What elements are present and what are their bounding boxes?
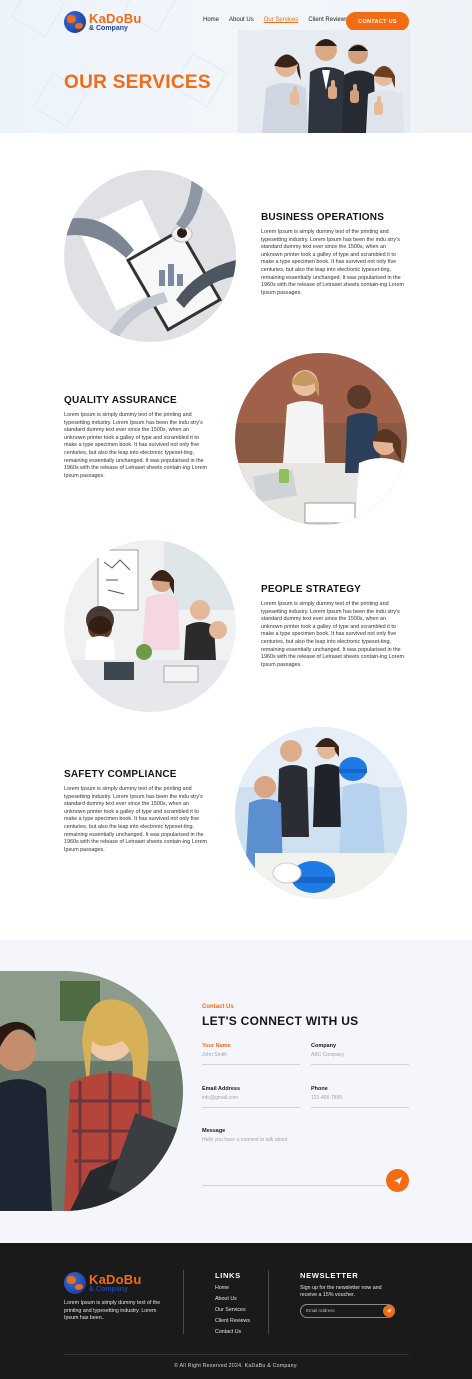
quality-assurance-title: QUALITY ASSURANCE xyxy=(64,395,177,406)
message-label: Message xyxy=(202,1128,226,1134)
send-icon xyxy=(386,1308,392,1314)
safety-compliance-title: SAFETY COMPLIANCE xyxy=(64,769,177,780)
links-heading: LINKS xyxy=(215,1271,241,1280)
contact-eyebrow: Contact Us xyxy=(202,1004,234,1010)
name-label: Your Name xyxy=(202,1043,231,1049)
footer-link-home[interactable]: Home xyxy=(215,1285,250,1296)
quality-assurance-body: Lorem Ipsum is simply dummy text of the … xyxy=(64,412,207,479)
name-field[interactable]: Your Name John Smith xyxy=(202,1043,300,1065)
people-strategy-section: PEOPLE STRATEGY Lorem Ipsum is simply du… xyxy=(261,584,409,669)
quality-assurance-image xyxy=(235,353,407,525)
email-field[interactable]: Email Address info@gmail.com xyxy=(202,1086,300,1108)
message-underline xyxy=(202,1185,386,1186)
footer-description: Lorem Ipsum is simply dummy text of the … xyxy=(64,1300,161,1322)
footer-divider xyxy=(268,1270,269,1334)
company-field[interactable]: Company ABC Company xyxy=(311,1043,409,1065)
business-operations-section: BUSINESS OPERATIONS Lorem Ipsum is simpl… xyxy=(261,212,409,297)
newsletter-heading: NEWSLETTER xyxy=(300,1271,359,1280)
footer-rule xyxy=(64,1354,409,1355)
business-operations-title: BUSINESS OPERATIONS xyxy=(261,212,385,223)
nav-home[interactable]: Home xyxy=(203,17,219,23)
safety-compliance-body: Lorem Ipsum is simply dummy text of the … xyxy=(64,786,207,853)
footer-brand-name: KaDoBu xyxy=(89,1272,142,1287)
message-input[interactable]: Hello you have a moment to talk about xyxy=(202,1137,386,1143)
footer-logo[interactable]: KaDoBu & Company xyxy=(64,1272,141,1294)
footer-link-services[interactable]: Our Services xyxy=(215,1307,250,1318)
brand-name: KaDoBu xyxy=(89,11,142,26)
people-strategy-image xyxy=(64,540,236,712)
nav-services[interactable]: Our Services xyxy=(264,17,299,23)
contact-title: LET'S CONNECT WITH US xyxy=(202,1014,359,1028)
footer-brand-sub: & Company xyxy=(89,1286,128,1293)
globe-icon xyxy=(64,11,86,33)
newsletter-text: Sign up for the newsletter now and recei… xyxy=(300,1285,382,1299)
newsletter-submit-button[interactable] xyxy=(383,1305,395,1317)
business-operations-image xyxy=(64,170,236,342)
email-label: Email Address xyxy=(202,1086,241,1092)
globe-icon xyxy=(64,1272,86,1294)
business-operations-body: Lorem Ipsum is simply dummy text of the … xyxy=(261,229,404,296)
email-input[interactable]: info@gmail.com xyxy=(202,1095,300,1101)
phone-label: Phone xyxy=(311,1086,328,1092)
phone-field[interactable]: Phone 123-456-7890 xyxy=(311,1086,409,1108)
safety-compliance-image xyxy=(235,727,407,899)
nav-about[interactable]: About Us xyxy=(229,17,254,23)
quality-assurance-section: QUALITY ASSURANCE Lorem Ipsum is simply … xyxy=(64,395,212,480)
footer-links: Home About Us Our Services Client Review… xyxy=(215,1285,250,1340)
company-input[interactable]: ABC Company xyxy=(311,1052,409,1058)
hero-team-photo xyxy=(238,30,410,133)
company-label: Company xyxy=(311,1043,337,1049)
safety-compliance-section: SAFETY COMPLIANCE Lorem Ipsum is simply … xyxy=(64,769,212,854)
newsletter-email-input[interactable]: Email Address xyxy=(300,1304,395,1318)
people-strategy-title: PEOPLE STRATEGY xyxy=(261,584,362,595)
page-title: OUR SERVICES xyxy=(64,72,211,93)
nav-reviews[interactable]: Client Reviews xyxy=(308,17,348,23)
footer-divider xyxy=(183,1270,184,1334)
phone-input[interactable]: 123-456-7890 xyxy=(311,1095,409,1101)
footer-link-contact[interactable]: Contact Us xyxy=(215,1329,250,1340)
name-input[interactable]: John Smith xyxy=(202,1052,300,1058)
main-nav: Home About Us Our Services Client Review… xyxy=(203,17,348,23)
message-field[interactable]: Message Hello you have a moment to talk … xyxy=(202,1128,386,1150)
contact-us-button[interactable]: CONTACT US xyxy=(346,12,409,31)
brand-logo[interactable]: KaDoBu & Company xyxy=(64,11,141,33)
copyright: © All Right Reserved 2024. KaDaBu & Comp… xyxy=(174,1363,298,1369)
people-strategy-body: Lorem Ipsum is simply dummy text of the … xyxy=(261,601,404,668)
send-icon xyxy=(393,1176,402,1185)
footer-link-about[interactable]: About Us xyxy=(215,1296,250,1307)
brand-sub: & Company xyxy=(89,25,128,32)
footer-link-reviews[interactable]: Client Reviews xyxy=(215,1318,250,1329)
send-button[interactable] xyxy=(386,1169,409,1192)
